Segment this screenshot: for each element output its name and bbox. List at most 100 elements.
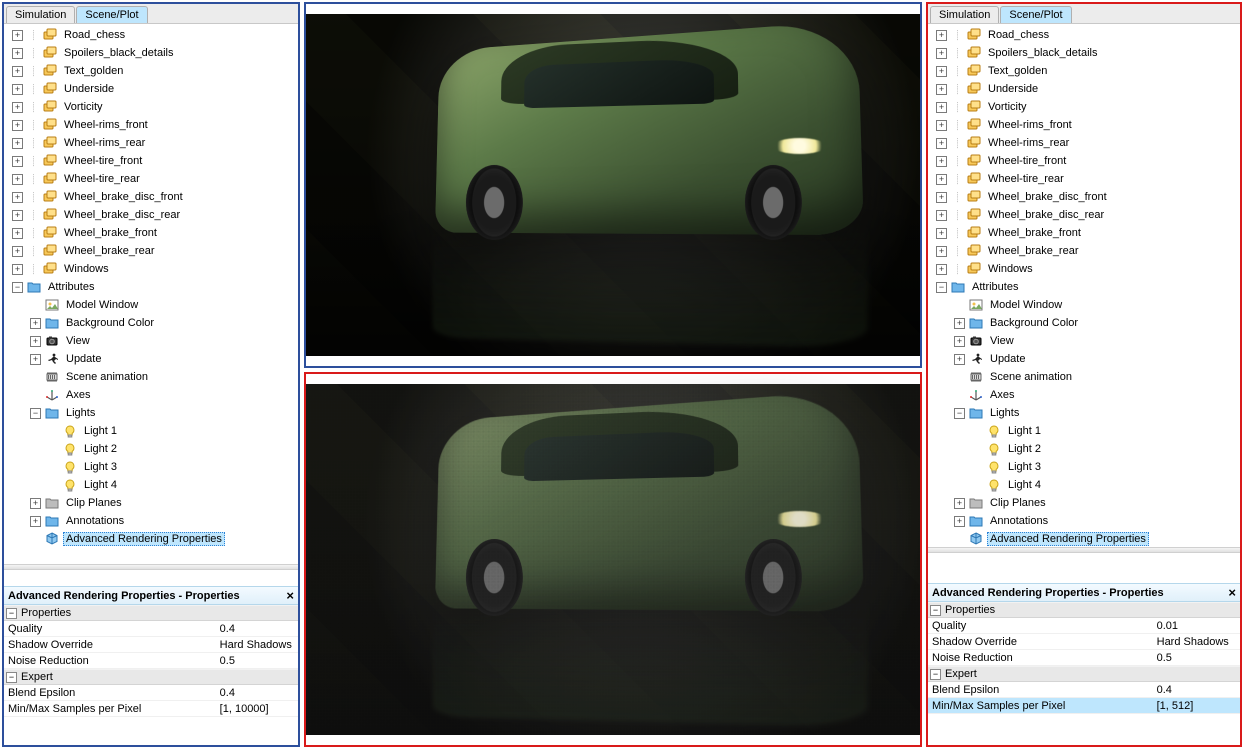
section-properties[interactable]: − Properties (4, 605, 298, 621)
expand-icon[interactable]: + (12, 192, 23, 203)
property-row[interactable]: Noise Reduction0.5 (928, 650, 1240, 666)
tree-item[interactable]: −Lights (6, 404, 296, 422)
tree-item[interactable]: +View (6, 332, 296, 350)
expand-icon[interactable]: + (12, 228, 23, 239)
close-icon[interactable]: × (1228, 585, 1236, 600)
section-expert[interactable]: − Expert (4, 669, 298, 685)
expand-icon[interactable]: + (12, 264, 23, 275)
collapse-icon[interactable]: − (954, 408, 965, 419)
tree-item[interactable]: Light 1 (930, 422, 1238, 440)
tree-item[interactable]: +Road_chess (6, 26, 296, 44)
tree-item[interactable]: +Wheel-tire_rear (930, 170, 1238, 188)
property-row[interactable]: Quality0.4 (4, 621, 298, 637)
expand-icon[interactable]: + (936, 156, 947, 167)
property-value[interactable]: [1, 512] (1153, 700, 1240, 712)
tree-item[interactable]: +Wheel_brake_disc_front (6, 188, 296, 206)
property-value[interactable]: 0.5 (1153, 652, 1240, 664)
tree-item[interactable]: +Vorticity (930, 98, 1238, 116)
tree-item[interactable]: Light 4 (6, 476, 296, 494)
property-row[interactable]: Blend Epsilon0.4 (928, 682, 1240, 698)
tree-item[interactable]: Light 3 (930, 458, 1238, 476)
tree-item[interactable]: +Wheel-rims_rear (6, 134, 296, 152)
tree-item[interactable]: +Wheel-rims_rear (930, 134, 1238, 152)
tree-item[interactable]: Model Window (6, 296, 296, 314)
viewport-high-quality[interactable] (304, 2, 922, 368)
tree-item[interactable]: +Windows (930, 260, 1238, 278)
tree-item[interactable]: Axes (930, 386, 1238, 404)
property-value[interactable]: 0.4 (216, 687, 298, 699)
tree-item[interactable]: +Clip Planes (930, 494, 1238, 512)
collapse-icon[interactable]: − (30, 408, 41, 419)
property-value[interactable]: Hard Shadows (216, 639, 298, 651)
expand-icon[interactable]: + (12, 120, 23, 131)
tree-item[interactable]: Light 1 (6, 422, 296, 440)
collapse-icon[interactable]: − (6, 608, 17, 619)
tree-item[interactable]: Light 2 (930, 440, 1238, 458)
tree-item[interactable]: +Wheel_brake_rear (930, 242, 1238, 260)
tree-item[interactable]: +Wheel_brake_disc_front (930, 188, 1238, 206)
tree-item[interactable]: +Wheel-rims_front (930, 116, 1238, 134)
tree-item[interactable]: Light 4 (930, 476, 1238, 494)
tree-item[interactable]: +Windows (6, 260, 296, 278)
collapse-icon[interactable]: − (930, 605, 941, 616)
expand-icon[interactable]: + (12, 30, 23, 41)
tree-item[interactable]: +Road_chess (930, 26, 1238, 44)
tree-item[interactable]: +Text_golden (930, 62, 1238, 80)
expand-icon[interactable]: + (936, 102, 947, 113)
expand-icon[interactable]: + (936, 30, 947, 41)
tab-scene-plot[interactable]: Scene/Plot (1000, 6, 1071, 23)
expand-icon[interactable]: + (936, 210, 947, 221)
tree-item[interactable]: Model Window (930, 296, 1238, 314)
expand-icon[interactable]: + (954, 516, 965, 527)
section-expert[interactable]: − Expert (928, 666, 1240, 682)
tree-item[interactable]: Advanced Rendering Properties (930, 530, 1238, 547)
expand-icon[interactable]: + (12, 156, 23, 167)
expand-icon[interactable]: + (12, 48, 23, 59)
expand-icon[interactable]: + (12, 66, 23, 77)
expand-icon[interactable]: + (30, 498, 41, 509)
tree-item[interactable]: +Wheel_brake_front (930, 224, 1238, 242)
expand-icon[interactable]: + (954, 498, 965, 509)
tree-item[interactable]: +Wheel_brake_disc_rear (6, 206, 296, 224)
tree-item[interactable]: Light 2 (6, 440, 296, 458)
expand-icon[interactable]: + (954, 336, 965, 347)
tree-item[interactable]: +View (930, 332, 1238, 350)
tree-item[interactable]: −Lights (930, 404, 1238, 422)
tree-item[interactable]: +Wheel-tire_front (930, 152, 1238, 170)
tree-item[interactable]: −Attributes (930, 278, 1238, 296)
collapse-icon[interactable]: − (12, 282, 23, 293)
expand-icon[interactable]: + (12, 102, 23, 113)
tree-item[interactable]: +Wheel_brake_disc_rear (930, 206, 1238, 224)
expand-icon[interactable]: + (936, 48, 947, 59)
property-value[interactable]: [1, 10000] (216, 703, 298, 715)
tree-item[interactable]: Light 3 (6, 458, 296, 476)
expand-icon[interactable]: + (954, 354, 965, 365)
property-value[interactable]: 0.4 (216, 623, 298, 635)
tree-item[interactable]: +Background Color (6, 314, 296, 332)
scene-tree-left[interactable]: +Road_chess+Spoilers_black_details+Text_… (4, 24, 298, 564)
tree-item[interactable]: +Wheel-rims_front (6, 116, 296, 134)
property-row[interactable]: Min/Max Samples per Pixel[1, 512] (928, 698, 1240, 714)
property-row[interactable]: Blend Epsilon0.4 (4, 685, 298, 701)
expand-icon[interactable]: + (936, 264, 947, 275)
tree-item[interactable]: +Wheel-tire_front (6, 152, 296, 170)
expand-icon[interactable]: + (954, 318, 965, 329)
tab-simulation[interactable]: Simulation (930, 6, 999, 23)
tree-item[interactable]: Advanced Rendering Properties (6, 530, 296, 548)
tree-item[interactable]: +Background Color (930, 314, 1238, 332)
property-row[interactable]: Min/Max Samples per Pixel[1, 10000] (4, 701, 298, 717)
tree-item[interactable]: +Spoilers_black_details (930, 44, 1238, 62)
expand-icon[interactable]: + (936, 246, 947, 257)
expand-icon[interactable]: + (936, 192, 947, 203)
expand-icon[interactable]: + (12, 174, 23, 185)
tree-item[interactable]: Scene animation (6, 368, 296, 386)
tree-item[interactable]: +Vorticity (6, 98, 296, 116)
viewport-low-quality[interactable] (304, 372, 922, 747)
property-row[interactable]: Noise Reduction0.5 (4, 653, 298, 669)
tree-item[interactable]: +Text_golden (6, 62, 296, 80)
collapse-icon[interactable]: − (936, 282, 947, 293)
property-value[interactable]: Hard Shadows (1153, 636, 1240, 648)
expand-icon[interactable]: + (936, 120, 947, 131)
expand-icon[interactable]: + (936, 138, 947, 149)
tab-simulation[interactable]: Simulation (6, 6, 75, 23)
